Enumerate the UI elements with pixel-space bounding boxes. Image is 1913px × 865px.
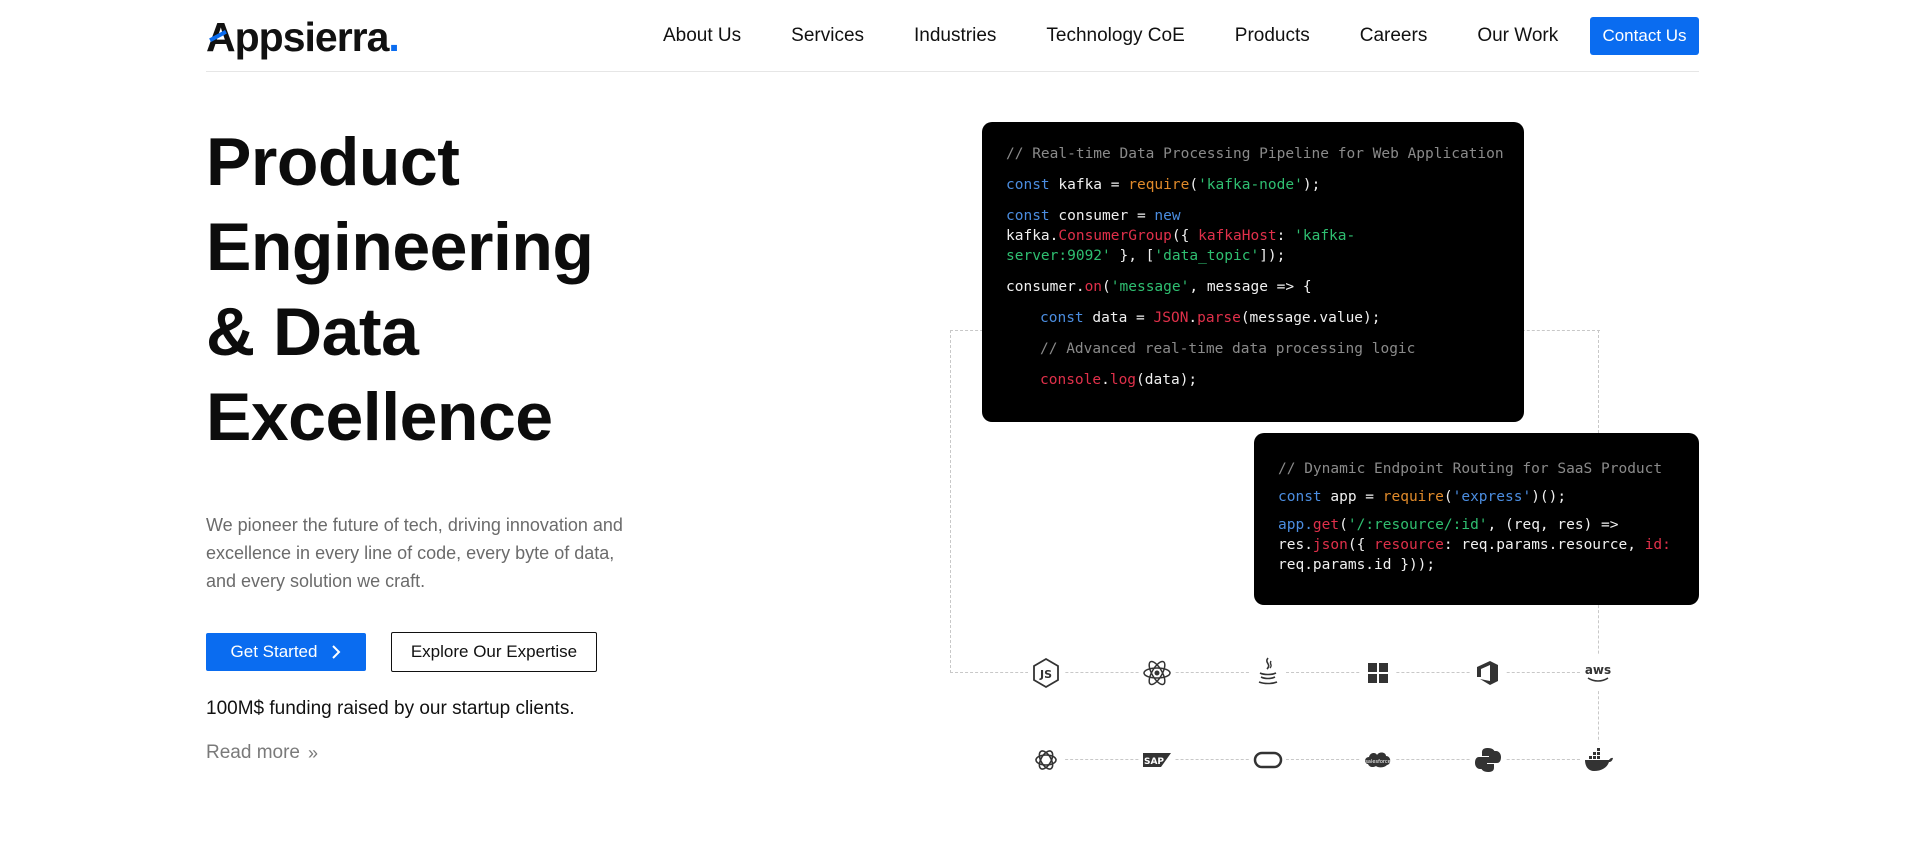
code-line: app.get('/:resource/:id', (req, res) => (1278, 517, 1619, 533)
hero-title-line: Engineering (206, 209, 594, 285)
appsierra-logo[interactable]: Appsierra. (206, 14, 400, 61)
java-icon (1250, 653, 1286, 689)
get-started-label: Get Started (230, 642, 318, 661)
docker-icon (1580, 742, 1616, 778)
nav-technology-coe[interactable]: Technology CoE (1046, 25, 1184, 47)
site-header: Appsierra. About Us Services Industries … (206, 0, 1699, 72)
hero-title-line: Product (206, 124, 460, 200)
azure-devops-icon (1470, 655, 1506, 691)
code-line: const app = require('express')(); (1278, 489, 1567, 505)
oracle-icon (1250, 742, 1286, 778)
svg-text:aws: aws (1585, 663, 1611, 677)
hero-description: We pioneer the future of tech, driving i… (206, 515, 623, 591)
nav-products[interactable]: Products (1235, 25, 1310, 47)
sap-icon: SAP (1139, 742, 1175, 778)
contact-us-button[interactable]: Contact Us (1590, 17, 1699, 55)
code-comment: // Real-time Data Processing Pipeline fo… (1006, 146, 1504, 162)
openai-icon (1028, 742, 1064, 778)
code-line: consumer.on('message', message => { (1006, 279, 1312, 295)
nav-careers[interactable]: Careers (1360, 25, 1428, 47)
nav-our-work[interactable]: Our Work (1477, 25, 1558, 47)
get-started-button[interactable]: Get Started (206, 633, 366, 671)
read-more-label: Read more (206, 742, 300, 763)
hero-title-line: Excellence (206, 379, 553, 455)
code-card-kafka: // Real-time Data Processing Pipeline fo… (982, 122, 1524, 422)
aws-icon: aws (1580, 655, 1616, 691)
connector-line (1030, 759, 1600, 760)
nodejs-icon: JS (1028, 655, 1064, 691)
code-card-express: // Dynamic Endpoint Routing for SaaS Pro… (1254, 433, 1699, 605)
code-line: const consumer = new (1006, 208, 1181, 224)
svg-text:JS: JS (1039, 668, 1052, 681)
python-icon (1470, 742, 1506, 778)
svg-text:salesforce: salesforce (1365, 759, 1390, 765)
code-line: const kafka = require('kafka-node'); (1006, 177, 1321, 193)
connector-line (1598, 330, 1599, 433)
explore-expertise-button[interactable]: Explore Our Expertise (391, 632, 597, 672)
code-line: req.params.id })); (1278, 557, 1436, 573)
code-line: kafka.ConsumerGroup({ kafkaHost: 'kafka- (1006, 228, 1356, 244)
code-line: console.log(data); (1040, 372, 1198, 388)
hero-title-line: & Data (206, 294, 419, 370)
code-line: res.json({ resource: req.params.resource… (1278, 537, 1671, 553)
funding-text: 100M$ funding raised by our startup clie… (206, 698, 575, 719)
chevron-right-icon (332, 645, 341, 659)
nav-services[interactable]: Services (791, 25, 864, 47)
nav-about-us[interactable]: About Us (663, 25, 741, 47)
svg-text:SAP: SAP (1144, 757, 1164, 767)
react-icon (1139, 655, 1175, 691)
logo-mark: Appsierra (206, 14, 389, 60)
read-more-link[interactable]: Read more » (206, 742, 318, 764)
salesforce-icon: salesforce (1360, 742, 1396, 778)
windows-icon (1360, 655, 1396, 691)
main-nav: About Us Services Industries Technology … (663, 0, 1608, 72)
code-line: const data = JSON.parse(message.value); (1040, 310, 1381, 326)
double-chevron-right-icon: » (308, 742, 319, 763)
code-comment: // Advanced real-time data processing lo… (1040, 341, 1416, 357)
nav-industries[interactable]: Industries (914, 25, 996, 47)
hero-title: Product Engineering & Data Excellence (206, 120, 594, 460)
code-line: server:9092' }, ['data_topic']); (1006, 248, 1286, 264)
code-comment: // Dynamic Endpoint Routing for SaaS Pro… (1278, 461, 1663, 477)
